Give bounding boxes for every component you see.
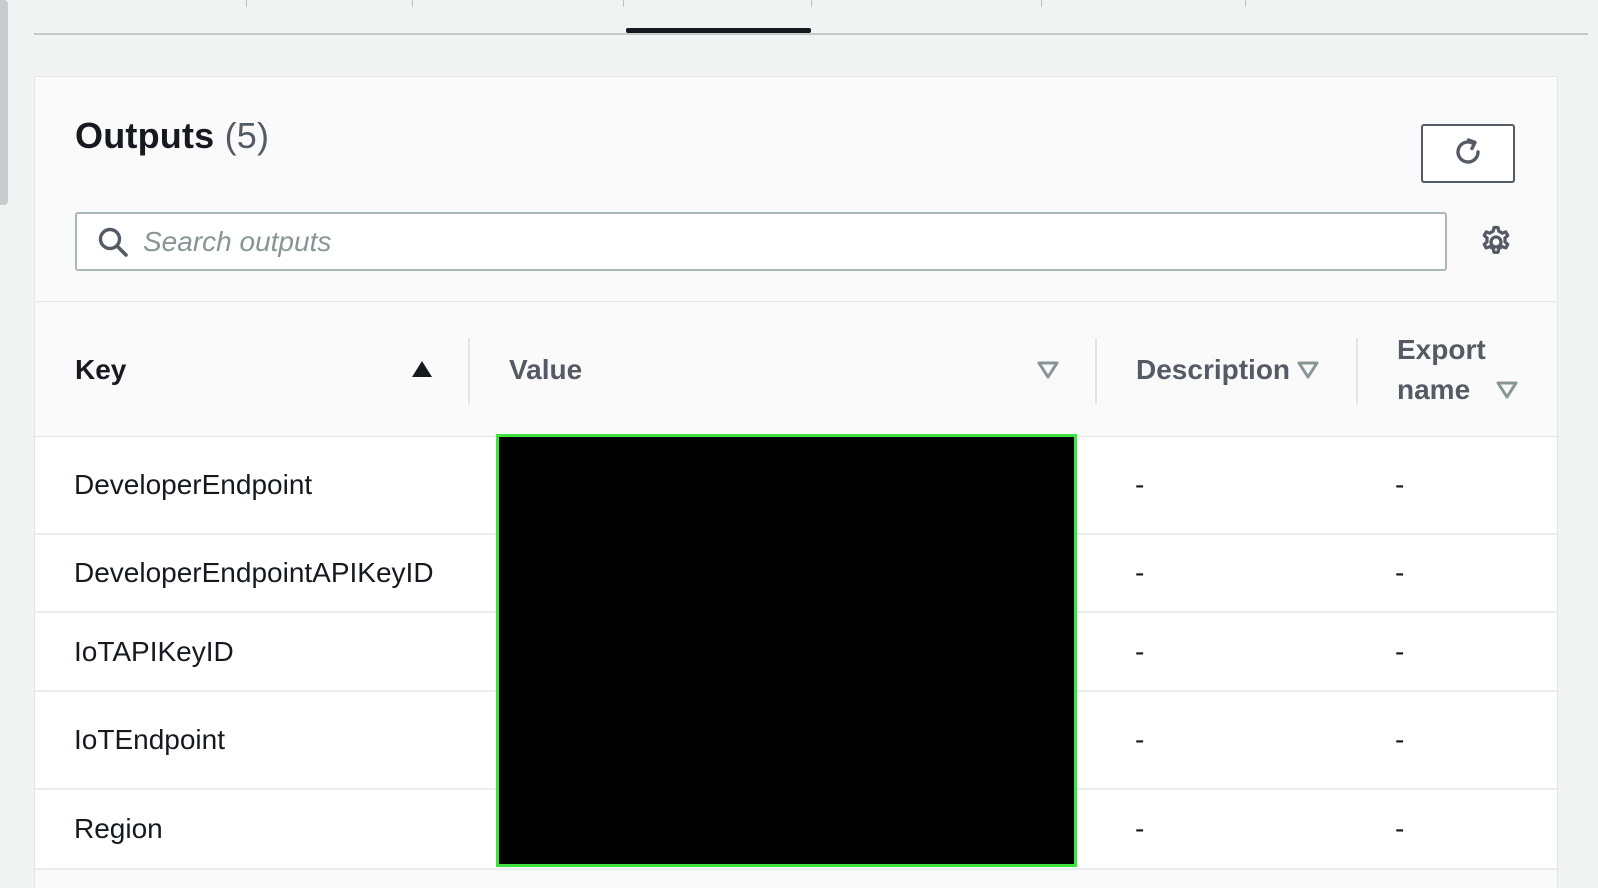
search-input[interactable] (143, 216, 1423, 267)
column-header-value[interactable]: Value (509, 302, 1069, 438)
outputs-count: (5) (224, 115, 270, 156)
active-tab-indicator (626, 28, 811, 33)
cell-key: DeveloperEndpointAPIKeyID (74, 557, 434, 588)
tab-bar (34, 0, 1588, 35)
panel-title-text: Outputs (75, 115, 215, 156)
refresh-button[interactable] (1421, 124, 1515, 183)
redacted-value-block (496, 434, 1077, 867)
cell-key: IoTEndpoint (74, 724, 225, 755)
column-header-label: Key (75, 354, 127, 385)
column-header-label-line1: Export (1397, 334, 1486, 365)
caret-down-outline-icon[interactable] (1297, 361, 1319, 379)
refresh-icon (1451, 135, 1485, 172)
outputs-panel: Outputs (5) Key (34, 76, 1558, 888)
cell-key: DeveloperEndpoint (74, 469, 313, 500)
column-header-key[interactable]: Key (75, 302, 465, 438)
tab-divider (1245, 0, 1246, 7)
cell-description: - (1135, 557, 1145, 588)
tab-1[interactable] (34, 0, 246, 35)
column-header-label-line2: name (1397, 374, 1471, 405)
column-divider[interactable] (1095, 338, 1097, 404)
cell-key: IoTAPIKeyID (74, 635, 234, 667)
table-header: Key Value Description Export name (35, 301, 1557, 437)
panel-title: Outputs (5) (75, 115, 269, 157)
search-field[interactable] (75, 212, 1447, 271)
tab-3[interactable] (413, 0, 623, 35)
search-icon (97, 226, 129, 258)
cell-export-name: - (1395, 813, 1405, 844)
cell-key: Region (74, 813, 163, 844)
cell-export-name: - (1395, 469, 1405, 500)
cell-description: - (1135, 469, 1145, 500)
column-header-export-name[interactable]: Export name (1397, 302, 1507, 438)
caret-down-outline-icon[interactable] (1496, 381, 1518, 399)
page-scrollbar[interactable] (0, 0, 8, 205)
column-divider[interactable] (1356, 338, 1358, 404)
cell-export-name: - (1395, 724, 1405, 755)
tab-2[interactable] (247, 0, 412, 35)
caret-up-filled-icon[interactable] (411, 360, 433, 378)
gear-icon[interactable] (1479, 225, 1513, 259)
caret-down-outline-icon[interactable] (1037, 361, 1059, 379)
cell-export-name: - (1395, 635, 1405, 667)
column-divider[interactable] (468, 338, 470, 404)
tab-5[interactable] (812, 0, 1041, 35)
tab-6[interactable] (1042, 0, 1245, 35)
column-header-label: Value (509, 354, 583, 385)
column-header-label: Description (1136, 354, 1291, 385)
cell-export-name: - (1395, 557, 1405, 588)
cell-description: - (1135, 724, 1145, 755)
cell-description: - (1135, 635, 1145, 667)
cell-description: - (1135, 813, 1145, 844)
